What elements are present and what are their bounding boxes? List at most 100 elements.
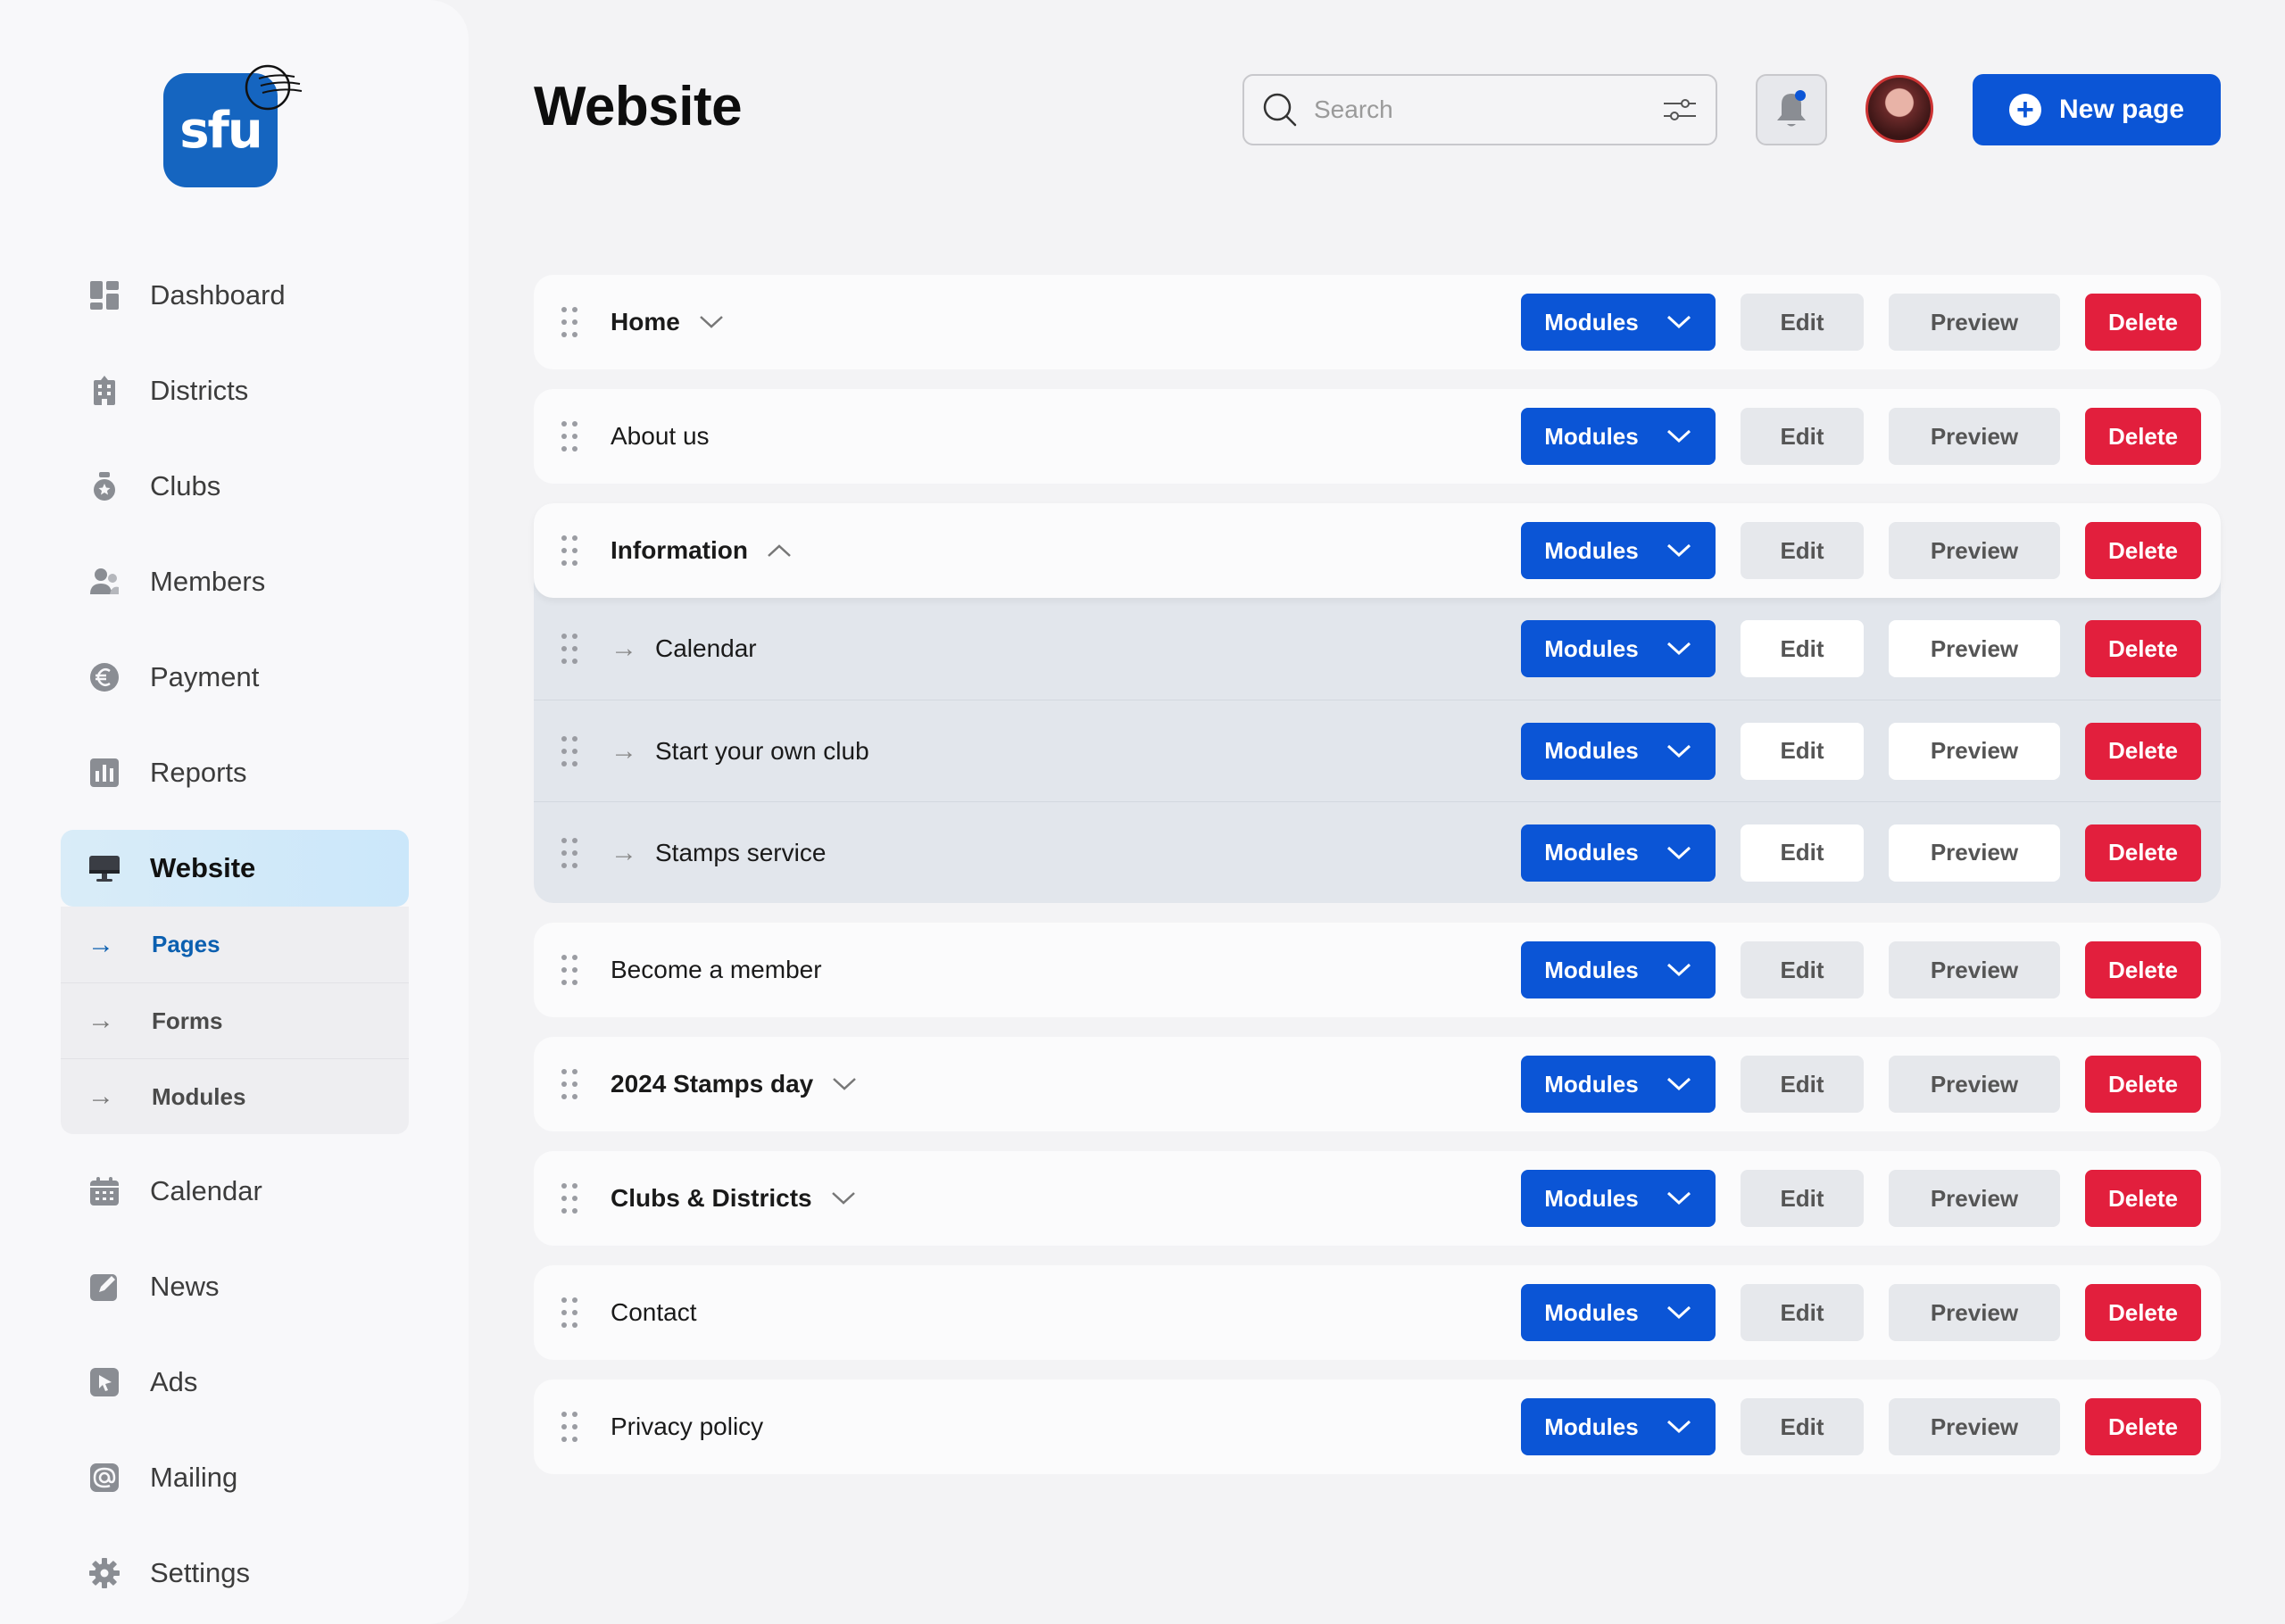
drag-handle-icon[interactable] — [557, 952, 582, 988]
preview-button[interactable]: Preview — [1889, 1170, 2060, 1227]
bell-icon — [1777, 90, 1806, 127]
delete-button[interactable]: Delete — [2085, 722, 2201, 780]
preview-button[interactable]: Preview — [1889, 1056, 2060, 1113]
edit-button[interactable]: Edit — [1741, 1398, 1864, 1455]
chevron-down-icon[interactable] — [830, 1190, 857, 1206]
delete-button[interactable]: Delete — [2085, 824, 2201, 882]
search-input[interactable] — [1314, 95, 1662, 124]
page-title-cell: About us — [611, 422, 1496, 451]
subnav-item-label: Forms — [152, 1007, 223, 1034]
delete-button[interactable]: Delete — [2085, 408, 2201, 465]
sidebar-item-news[interactable]: News — [61, 1248, 409, 1325]
modules-dropdown-button[interactable]: Modules — [1521, 620, 1716, 677]
arrow-right-icon: → — [611, 735, 637, 766]
drag-handle-icon[interactable] — [557, 631, 582, 667]
modules-dropdown-button[interactable]: Modules — [1521, 1398, 1716, 1455]
drag-handle-icon[interactable] — [557, 304, 582, 340]
delete-button[interactable]: Delete — [2085, 1284, 2201, 1341]
drag-handle-icon[interactable] — [557, 1295, 582, 1330]
sidebar-item-label: Districts — [150, 375, 249, 406]
drag-handle-icon[interactable] — [557, 533, 582, 568]
chevron-down-icon — [1666, 1191, 1691, 1206]
modules-label: Modules — [1544, 634, 1639, 662]
edit-button[interactable]: Edit — [1741, 1284, 1864, 1341]
calendar-icon — [87, 1174, 121, 1208]
chevron-down-icon[interactable] — [831, 1076, 858, 1092]
preview-button[interactable]: Preview — [1889, 1284, 2060, 1341]
sidebar-item-settings[interactable]: Settings — [61, 1535, 409, 1612]
chevron-down-icon — [1666, 315, 1691, 329]
sidebar-item-payment[interactable]: Payment — [61, 639, 409, 716]
modules-dropdown-button[interactable]: Modules — [1521, 824, 1716, 882]
subnav-item-forms[interactable]: → Forms — [61, 982, 409, 1058]
delete-button[interactable]: Delete — [2085, 294, 2201, 351]
edit-button[interactable]: Edit — [1741, 408, 1864, 465]
modules-dropdown-button[interactable]: Modules — [1521, 941, 1716, 998]
chevron-down-icon[interactable] — [698, 314, 725, 330]
modules-label: Modules — [1544, 536, 1639, 564]
page-row: 2024 Stamps day Modules Edit Preview Del… — [534, 1037, 2221, 1131]
preview-button[interactable]: Preview — [1889, 722, 2060, 780]
new-page-label: New page — [2058, 95, 2185, 124]
edit-button[interactable]: Edit — [1741, 1170, 1864, 1227]
building-icon — [87, 374, 121, 408]
drag-handle-icon[interactable] — [557, 1181, 582, 1216]
modules-dropdown-button[interactable]: Modules — [1521, 294, 1716, 351]
edit-button[interactable]: Edit — [1741, 1056, 1864, 1113]
new-page-button[interactable]: + New page — [1973, 74, 2221, 145]
sidebar-item-website[interactable]: Website — [61, 830, 409, 907]
preview-button[interactable]: Preview — [1889, 294, 2060, 351]
sidebar-item-reports[interactable]: Reports — [61, 734, 409, 811]
chevron-up-icon[interactable] — [766, 543, 793, 559]
edit-button[interactable]: Edit — [1741, 722, 1864, 780]
delete-button[interactable]: Delete — [2085, 620, 2201, 677]
monitor-icon — [87, 851, 121, 885]
edit-button[interactable]: Edit — [1741, 294, 1864, 351]
modules-dropdown-button[interactable]: Modules — [1521, 522, 1716, 579]
sidebar-item-clubs[interactable]: Clubs — [61, 448, 409, 525]
delete-button[interactable]: Delete — [2085, 1398, 2201, 1455]
edit-button[interactable]: Edit — [1741, 620, 1864, 677]
filter-sliders-icon[interactable] — [1662, 94, 1698, 126]
search-box[interactable] — [1242, 74, 1717, 145]
sidebar-item-members[interactable]: Members — [61, 543, 409, 620]
edit-button[interactable]: Edit — [1741, 941, 1864, 998]
drag-handle-icon[interactable] — [557, 1409, 582, 1445]
notifications-button[interactable] — [1756, 74, 1827, 145]
subnav-item-pages[interactable]: → Pages — [61, 907, 409, 982]
sidebar-item-districts[interactable]: Districts — [61, 352, 409, 429]
preview-button[interactable]: Preview — [1889, 1398, 2060, 1455]
delete-button[interactable]: Delete — [2085, 1170, 2201, 1227]
sidebar-item-dashboard[interactable]: Dashboard — [61, 257, 409, 334]
modules-dropdown-button[interactable]: Modules — [1521, 1170, 1716, 1227]
modules-label: Modules — [1544, 839, 1639, 866]
preview-button[interactable]: Preview — [1889, 824, 2060, 882]
subnav-item-modules[interactable]: → Modules — [61, 1058, 409, 1134]
user-avatar[interactable] — [1865, 75, 1933, 143]
modules-label: Modules — [1544, 1298, 1639, 1326]
drag-handle-icon[interactable] — [557, 418, 582, 454]
modules-dropdown-button[interactable]: Modules — [1521, 722, 1716, 780]
modules-dropdown-button[interactable]: Modules — [1521, 1056, 1716, 1113]
chevron-down-icon — [1666, 1420, 1691, 1434]
edit-button[interactable]: Edit — [1741, 824, 1864, 882]
drag-handle-icon[interactable] — [557, 733, 582, 769]
sidebar-item-ads[interactable]: Ads — [61, 1344, 409, 1421]
edit-button[interactable]: Edit — [1741, 522, 1864, 579]
page-title-cell: → Start your own club — [611, 736, 1496, 766]
sidebar-item-calendar[interactable]: Calendar — [61, 1153, 409, 1230]
modules-dropdown-button[interactable]: Modules — [1521, 408, 1716, 465]
preview-button[interactable]: Preview — [1889, 620, 2060, 677]
arrow-right-icon: → — [87, 1006, 114, 1035]
preview-button[interactable]: Preview — [1889, 941, 2060, 998]
drag-handle-icon[interactable] — [557, 835, 582, 871]
preview-button[interactable]: Preview — [1889, 522, 2060, 579]
delete-button[interactable]: Delete — [2085, 1056, 2201, 1113]
delete-button[interactable]: Delete — [2085, 522, 2201, 579]
modules-dropdown-button[interactable]: Modules — [1521, 1284, 1716, 1341]
delete-button[interactable]: Delete — [2085, 941, 2201, 998]
drag-handle-icon[interactable] — [557, 1066, 582, 1102]
page-title-cell: → Stamps service — [611, 838, 1496, 868]
preview-button[interactable]: Preview — [1889, 408, 2060, 465]
sidebar-item-mailing[interactable]: Mailing — [61, 1439, 409, 1516]
